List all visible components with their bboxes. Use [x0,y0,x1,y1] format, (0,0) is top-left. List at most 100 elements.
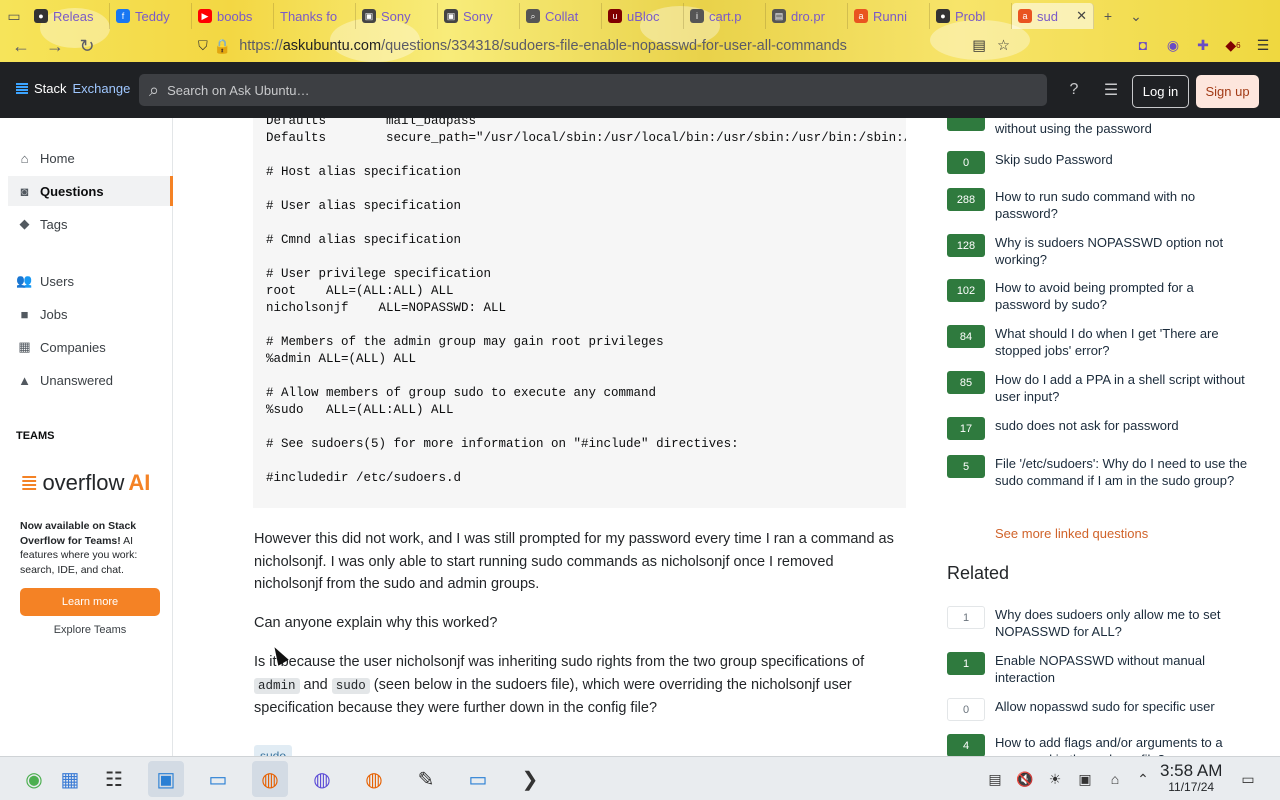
browser-tab[interactable]: ▣ Sony [438,3,520,29]
desktop-pager-icon[interactable]: ▦ [52,761,88,797]
new-tab-button[interactable]: + [1094,3,1122,29]
questions-icon: ◙ [20,183,29,199]
url-path: /questions/334318/sudoers-file-enable-no… [381,38,847,54]
browser-tab-active[interactable]: a sud ✕ [1012,3,1094,29]
menu-icon[interactable]: ☰ [1252,34,1274,56]
file-manager-icon[interactable]: ▣ [148,761,184,797]
linked-question[interactable]: 5 File '/etc/sudoers': Why do I need to u… [947,455,1267,489]
text-editor-icon[interactable]: ✎ [408,761,444,797]
vote-count [947,118,985,131]
related-question[interactable]: 4 How to add flags and/or arguments to a … [947,734,1267,756]
account-icon[interactable]: ◉ [1162,34,1184,56]
extension-icons: ◘ ◉ ✚ ◆ 6 ☰ [1132,34,1274,56]
tab-overflow-icon[interactable]: ⌄ [1122,3,1150,29]
browser-tab[interactable]: Thanks fo [274,3,356,29]
firefox-nightly-icon[interactable]: ◍ [304,761,340,797]
stackexchange-logo[interactable]: Stack Exchange [16,81,130,96]
vote-count: 102 [947,279,985,302]
linked-question[interactable]: without using the password [947,118,1267,137]
nav-item-companies[interactable]: ▦ Companies [8,332,173,362]
browser-tab[interactable]: ● Releas [28,3,110,29]
ublock-icon[interactable]: ◆ 6 [1222,34,1244,56]
facebook-icon: f [116,9,130,23]
vote-count: 84 [947,325,985,348]
folder-icon[interactable]: ▭ [460,761,496,797]
nav-item-users[interactable]: 👥 Users [8,266,173,296]
lock-icon[interactable]: 🔒 [214,38,231,55]
terminal-icon[interactable]: ❯ [512,761,548,797]
tray-expand-icon[interactable]: ⌃ [1133,769,1153,789]
browser-tab[interactable]: ⌕ Collat [520,3,602,29]
linked-question[interactable]: 102 How to avoid being prompted for a pas… [947,279,1267,313]
question-tag[interactable]: sudo [254,745,293,756]
learn-more-button[interactable]: Learn more [20,588,160,616]
close-tab-icon[interactable]: ✕ [1076,8,1087,24]
shop-icon: ▣ [362,9,376,23]
tab-strip: ▭ ● Releas f Teddy ▶ boobs Thanks fo ▣ Sony … [0,2,1280,30]
linked-question[interactable]: 85 How do I add a PPA in a shell script w… [947,371,1267,405]
buildings-icon: ▦ [18,339,31,354]
site-search[interactable]: ⌕ [139,74,1047,106]
see-more-linked-link[interactable]: See more linked questions [995,526,1148,541]
code-block: Defaults mail_badpass Defaults secure_pa… [253,118,906,508]
inline-code: admin [254,677,300,694]
search-input[interactable] [167,82,968,98]
nav-item-jobs[interactable]: ■ Jobs [8,299,173,329]
teams-promo-text: Now available on Stack Overflow for Team… [20,520,138,576]
bookmark-star-icon[interactable]: ☆ [997,38,1010,54]
forward-icon[interactable]: → [40,32,70,60]
shield-icon[interactable]: ⛉ [198,38,208,54]
system-settings-icon[interactable]: ☷ [96,761,132,797]
url-bar[interactable]: ⛉ 🔒 https://askubuntu.com/questions/3343… [198,33,1018,59]
login-button[interactable]: Log in [1132,75,1189,108]
nav-item-questions[interactable]: ◙ Questions [8,176,173,206]
related-question[interactable]: 1 Enable NOPASSWD without manual interact… [947,652,1267,686]
vote-count: 17 [947,417,985,440]
nav-item-tags[interactable]: ◆ Tags [8,209,173,239]
tab-list-button[interactable]: ▭ [0,3,28,29]
help-icon[interactable]: ? [1062,78,1086,102]
navigation-toolbar: ← → ↻ ⛉ 🔒 https://askubuntu.com/question… [0,31,1280,61]
nav-item-unanswered[interactable]: ▲ Unanswered [8,365,173,395]
unanswered-icon: ▲ [18,372,31,388]
app-launcher-icon[interactable]: ◉ [16,761,52,797]
clipboard-icon[interactable]: ▤ [985,769,1005,789]
browser-tab[interactable]: ▶ boobs [192,3,274,29]
related-question[interactable]: 0 Allow nopasswd sudo for specific user [947,698,1267,721]
extensions-icon[interactable]: ✚ [1192,34,1214,56]
site-switcher-icon[interactable]: ☰ [1099,78,1123,102]
browser-tab[interactable]: i cart.p [684,3,766,29]
linked-question[interactable]: 0 Skip sudo Password [947,151,1267,174]
firefox-dev-icon[interactable]: ◍ [356,761,392,797]
folder-icon[interactable]: ▭ [200,761,236,797]
nav-item-home[interactable]: ⌂ Home [8,143,173,173]
browser-tab[interactable]: f Teddy [110,3,192,29]
reload-icon[interactable]: ↻ [72,32,102,60]
network-icon[interactable]: ⌂ [1105,769,1125,789]
firefox-icon[interactable]: ◍ [252,761,288,797]
linked-question[interactable]: 288 How to run sudo command with no passw… [947,188,1267,222]
pocket-icon[interactable]: ◘ [1132,34,1154,56]
storage-icon[interactable]: ▣ [1075,769,1095,789]
browser-tab[interactable]: ● Probl [930,3,1012,29]
linked-question[interactable]: 84 What should I do when I get 'There are… [947,325,1267,359]
question-paragraph: Is it because the user nicholsonjf was i… [254,654,865,716]
browser-tab[interactable]: u uBloc [602,3,684,29]
clock[interactable]: 3:58 AM 11/17/24 [1160,761,1222,794]
question-paragraph: Can anyone explain why this worked? [254,615,498,631]
explore-teams-link[interactable]: Explore Teams [20,624,160,636]
brightness-icon[interactable]: ☀ [1045,769,1065,789]
signup-button[interactable]: Sign up [1196,75,1259,108]
browser-tab[interactable]: ▣ Sony [356,3,438,29]
related-question[interactable]: 1 Why does sudoers only allow me to set N… [947,606,1267,640]
volume-muted-icon[interactable]: 🔇 [1015,769,1035,789]
reader-view-icon[interactable]: ▤ [972,38,986,54]
search-icon: ⌕ [526,9,540,23]
back-icon[interactable]: ← [6,32,36,60]
browser-tab[interactable]: ▤ dro.pr [766,3,848,29]
show-desktop-icon[interactable]: ▭ [1238,769,1258,789]
linked-question[interactable]: 128 Why is sudoers NOPASSWD option not wo… [947,234,1267,268]
browser-tab[interactable]: a Runni [848,3,930,29]
linked-question[interactable]: 17 sudo does not ask for password [947,417,1267,440]
clock-time: 3:58 AM [1160,761,1223,780]
